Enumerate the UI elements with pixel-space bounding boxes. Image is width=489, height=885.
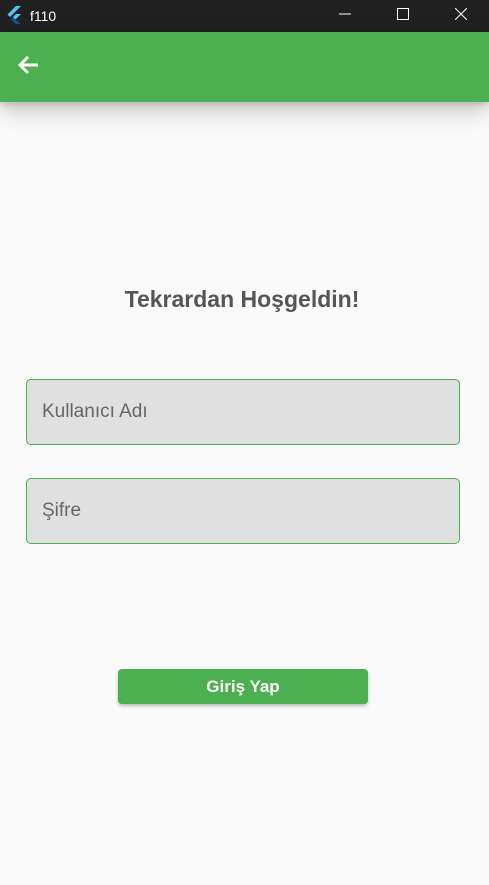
- maximize-icon: [397, 7, 409, 25]
- back-button[interactable]: [10, 49, 46, 85]
- login-button[interactable]: Giriş Yap: [118, 669, 368, 704]
- window-title: f110: [30, 8, 57, 24]
- close-icon: [454, 7, 468, 25]
- arrow-left-icon: [17, 55, 39, 80]
- password-input[interactable]: [27, 479, 459, 543]
- password-field[interactable]: [26, 478, 460, 544]
- flutter-logo-icon: [6, 6, 23, 24]
- minimize-icon: [339, 7, 351, 25]
- close-button[interactable]: [432, 0, 489, 32]
- maximize-button[interactable]: [374, 0, 432, 32]
- minimize-button[interactable]: [316, 0, 374, 32]
- app-bar: [0, 32, 489, 102]
- page-title: Tekrardan Hoşgeldin!: [124, 286, 360, 312]
- window-titlebar: f110: [0, 0, 489, 32]
- username-field[interactable]: [26, 379, 460, 445]
- username-input[interactable]: [27, 380, 459, 444]
